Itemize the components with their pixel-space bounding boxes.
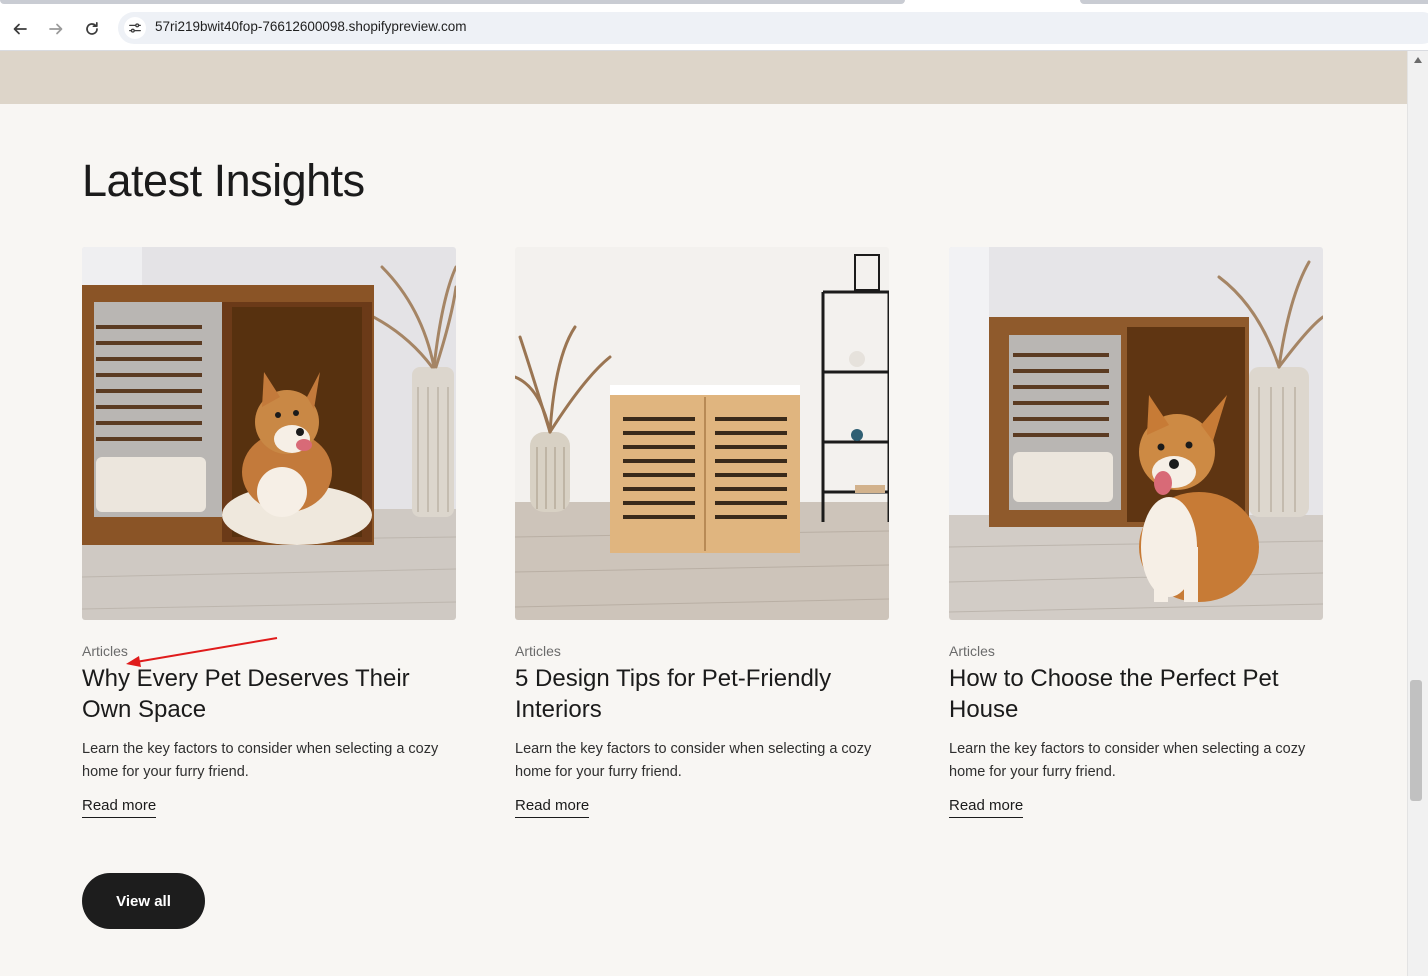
browser-toolbar: 57ri219bwit40fop-76612600098.shopifyprev… [0,8,1428,51]
active-tab-edge[interactable] [0,0,905,4]
article-card: Articles 5 Design Tips for Pet-Friendly … [515,247,889,818]
article-description: Learn the key factors to consider when s… [82,741,439,780]
read-more-link[interactable]: Read more [82,797,157,818]
scroll-up-icon[interactable] [1414,57,1422,63]
article-image[interactable] [949,247,1323,620]
view-all-button[interactable]: View all [82,873,205,929]
article-category: Articles [82,643,128,659]
section-heading: Latest Insights [82,155,365,206]
article-description: Learn the key factors to consider when s… [949,741,1306,780]
article-image[interactable] [82,247,456,620]
site-info-button[interactable] [124,17,146,39]
article-title[interactable]: How to Choose the Perfect Pet House [949,663,1323,725]
article-card: Articles How to Choose the Perfect Pet H… [949,247,1323,818]
reload-button[interactable] [79,16,105,42]
tab-strip [0,0,1428,8]
address-bar[interactable]: 57ri219bwit40fop-76612600098.shopifyprev… [118,12,1428,44]
article-category: Articles [949,643,995,659]
arrow-left-icon [13,23,27,35]
article-card: Articles Why Every Pet Deserves Their Ow… [82,247,456,818]
read-more-link[interactable]: Read more [949,797,1024,818]
inactive-tab-edge[interactable] [1080,0,1428,4]
arrow-right-icon [49,23,63,35]
page-viewport: Latest Insights Articles Why Every Pet D… [0,51,1407,976]
article-image[interactable] [515,247,889,620]
scrollbar-thumb[interactable] [1410,680,1422,801]
url-text[interactable]: 57ri219bwit40fop-76612600098.shopifyprev… [155,19,466,34]
article-title[interactable]: 5 Design Tips for Pet-Friendly Interiors [515,663,889,725]
vertical-scrollbar[interactable] [1407,51,1428,976]
back-button[interactable] [7,16,33,42]
reload-icon [86,21,98,35]
read-more-link[interactable]: Read more [515,797,590,818]
header-band [0,51,1407,104]
article-category: Articles [515,643,561,659]
tune-icon [129,23,141,33]
forward-button[interactable] [43,16,69,42]
article-description: Learn the key factors to consider when s… [515,741,872,780]
article-title[interactable]: Why Every Pet Deserves Their Own Space [82,663,456,725]
